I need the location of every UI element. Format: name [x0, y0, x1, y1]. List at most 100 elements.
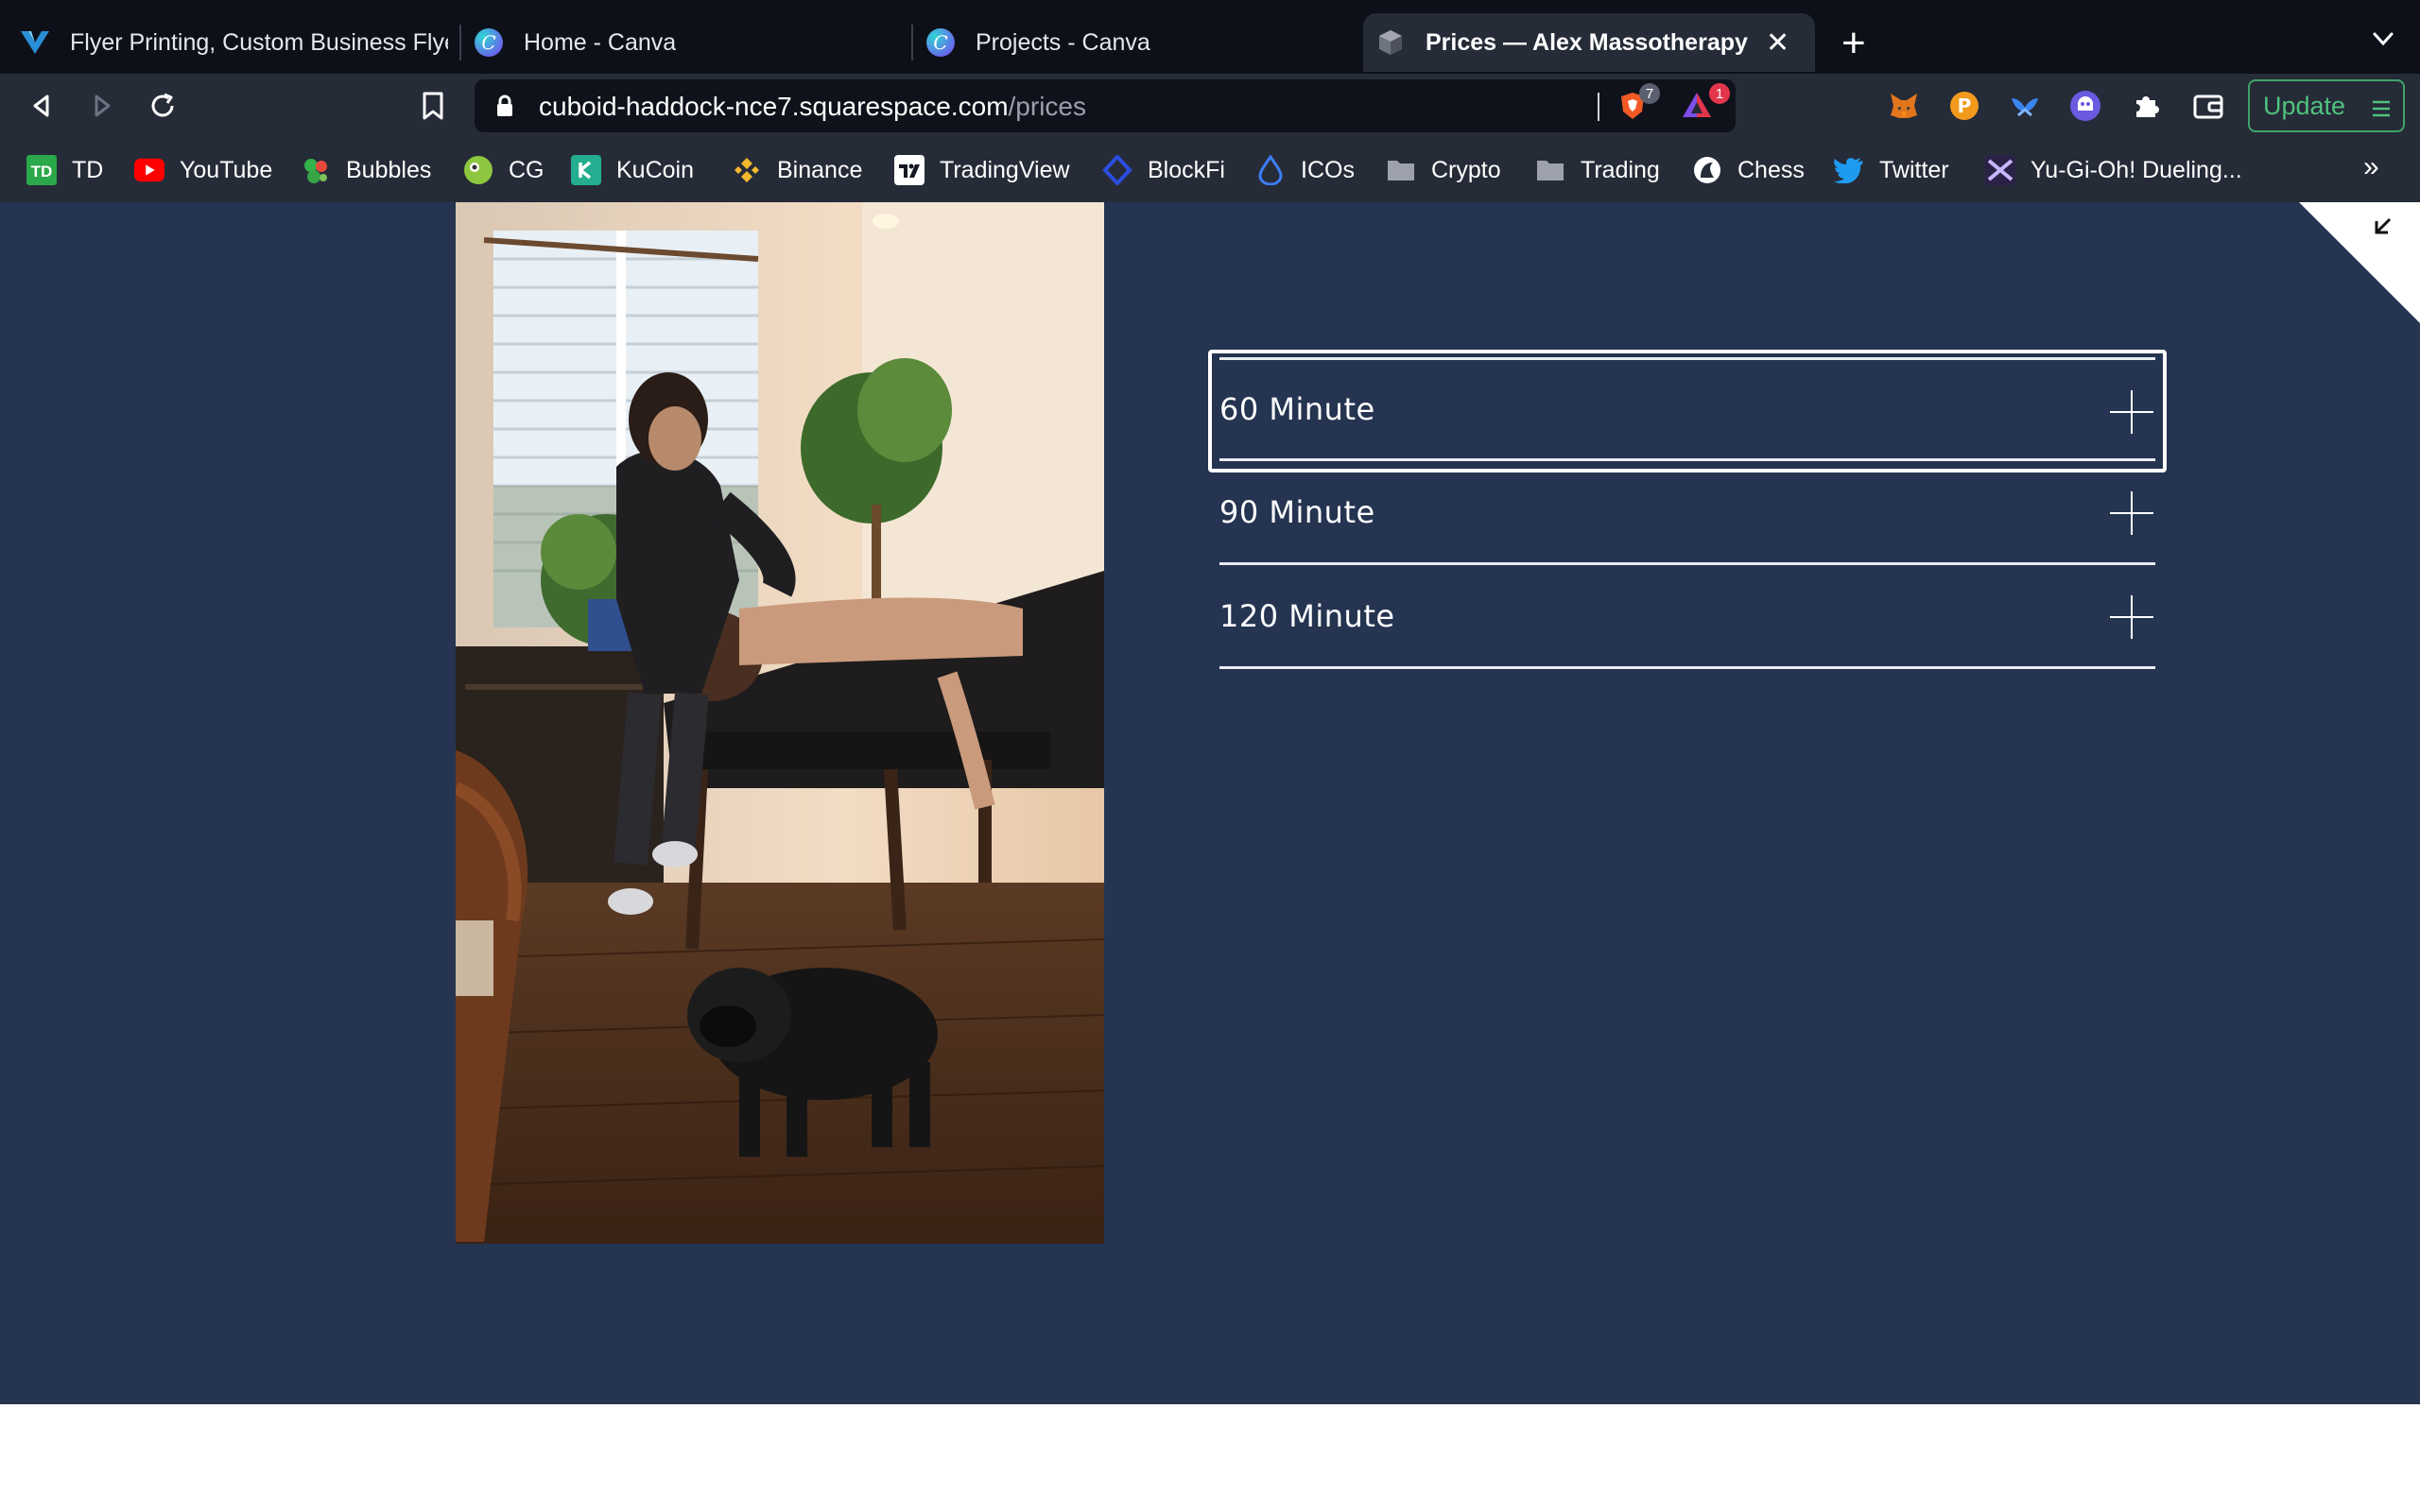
- youtube-icon: [134, 155, 164, 185]
- tab-title: Projects - Canva: [976, 28, 1150, 56]
- forward-icon[interactable]: [83, 87, 121, 125]
- bookmark-folder-crypto[interactable]: Crypto: [1386, 138, 1501, 202]
- bookmark-label: ICOs: [1301, 156, 1355, 183]
- lock-icon: [495, 94, 514, 122]
- bookmark-kucoin[interactable]: KuCoin: [571, 138, 694, 202]
- bookmark-label: Bubbles: [346, 156, 432, 183]
- binance-icon: [732, 155, 762, 185]
- rewards-count-badge: 1: [1709, 83, 1730, 104]
- accordion-label: 90 Minute: [1219, 493, 1375, 530]
- bookmark-label: TradingView: [940, 156, 1070, 183]
- pricing-accordion: 60 Minute 90 Minute 120 Minute: [1219, 357, 2155, 669]
- accordion-item-60-minute[interactable]: 60 Minute: [1219, 357, 2155, 461]
- bookmark-icos[interactable]: ICOs: [1255, 138, 1355, 202]
- bookmark-youtube[interactable]: YouTube: [134, 138, 272, 202]
- tab-prices-active[interactable]: Prices — Alex Massotherapy (C ✕: [1363, 13, 1815, 72]
- metamask-icon[interactable]: [1885, 87, 1923, 125]
- tab-title: Prices — Alex Massotherapy (C: [1426, 28, 1749, 56]
- tab-search-chevron-icon[interactable]: [2369, 25, 2397, 53]
- folder-icon: [1535, 155, 1565, 185]
- vistaprint-icon: [21, 28, 49, 57]
- accordion-label: 60 Minute: [1219, 391, 1375, 427]
- p-extension-icon[interactable]: P: [1945, 87, 1983, 125]
- bookmark-label: Twitter: [1879, 156, 1949, 183]
- extensions-puzzle-icon[interactable]: [2127, 87, 2165, 125]
- accordion-label: 120 Minute: [1219, 597, 1395, 634]
- tab-title: Home - Canva: [524, 28, 677, 56]
- update-button[interactable]: Update: [2248, 79, 2405, 132]
- new-tab-button[interactable]: +: [1841, 17, 1866, 70]
- cube-icon: [1376, 28, 1405, 57]
- url-host: cuboid-haddock-nce7.squarespace.com: [539, 92, 1009, 121]
- canva-icon: C: [926, 28, 955, 57]
- reload-icon[interactable]: [144, 87, 182, 125]
- folder-icon: [1386, 155, 1416, 185]
- brave-rewards-icon[interactable]: [1681, 91, 1713, 124]
- plus-icon[interactable]: [2108, 490, 2155, 537]
- bookmark-folder-trading[interactable]: Trading: [1535, 138, 1660, 202]
- bookmark-chess[interactable]: Chess: [1692, 138, 1805, 202]
- bookmark-label: Trading: [1581, 156, 1660, 183]
- browser-toolbar: cuboid-haddock-nce7.squarespace.com/pric…: [0, 74, 2420, 138]
- kucoin-icon: [571, 155, 601, 185]
- bookmark-twitter[interactable]: Twitter: [1834, 138, 1949, 202]
- tab-title: Flyer Printing, Custom Business Flye: [70, 28, 448, 56]
- yugioh-icon: [1985, 155, 2015, 185]
- bookmark-bubbles[interactable]: Bubbles: [301, 138, 431, 202]
- bluesky-extension-icon[interactable]: [2006, 87, 2044, 125]
- plus-icon[interactable]: [2108, 593, 2155, 641]
- update-label: Update: [2263, 91, 2346, 120]
- bookmarks-overflow-button[interactable]: »: [2363, 151, 2379, 183]
- bookmark-icon[interactable]: [414, 87, 452, 125]
- bookmark-cg[interactable]: CG: [463, 138, 544, 202]
- blockfi-icon: [1102, 155, 1132, 185]
- bookmark-label: KuCoin: [616, 156, 694, 183]
- url-path: /prices: [1008, 92, 1086, 121]
- bookmark-label: BlockFi: [1148, 156, 1225, 183]
- close-tab-icon[interactable]: ✕: [1766, 26, 1789, 60]
- tab-flyer-printing[interactable]: Flyer Printing, Custom Business Flye: [21, 13, 448, 72]
- wallet-icon[interactable]: [2189, 87, 2227, 125]
- bookmark-binance[interactable]: Binance: [732, 138, 862, 202]
- tradingview-icon: [894, 155, 925, 185]
- bookmark-label: YouTube: [180, 156, 273, 183]
- tab-separator: [911, 25, 913, 60]
- coingecko-icon: [463, 155, 493, 185]
- bookmark-label: Yu-Gi-Oh! Dueling...: [2031, 156, 2242, 183]
- bookmark-label: CG: [509, 156, 544, 183]
- drop-icon: [1255, 155, 1286, 185]
- menu-icon: [2371, 96, 2392, 117]
- bookmark-tradingview[interactable]: TradingView: [894, 138, 1070, 202]
- shields-count-badge: 7: [1639, 83, 1660, 104]
- address-bar[interactable]: cuboid-haddock-nce7.squarespace.com/pric…: [475, 79, 1736, 132]
- tab-strip: Flyer Printing, Custom Business Flye C H…: [0, 0, 2420, 74]
- omnibox-divider: [1598, 93, 1599, 121]
- accordion-item-120-minute[interactable]: 120 Minute: [1219, 565, 2155, 669]
- svg-text:TD: TD: [31, 163, 53, 180]
- ghost-extension-icon[interactable]: [2066, 87, 2104, 125]
- canva-icon: C: [475, 28, 503, 57]
- tab-projects-canva[interactable]: C Projects - Canva: [926, 13, 1342, 72]
- bookmark-label: TD: [72, 156, 104, 183]
- chess-icon: [1692, 155, 1722, 185]
- url-text: cuboid-haddock-nce7.squarespace.com/pric…: [539, 92, 1086, 122]
- bookmark-blockfi[interactable]: BlockFi: [1102, 138, 1225, 202]
- page-content: 60 Minute 90 Minute 120 Minute: [0, 202, 2420, 1404]
- svg-text:P: P: [1958, 94, 1972, 117]
- plus-icon[interactable]: [2108, 388, 2155, 436]
- bookmark-label: Crypto: [1431, 156, 1501, 183]
- back-icon[interactable]: [23, 87, 60, 125]
- accordion-item-90-minute[interactable]: 90 Minute: [1219, 461, 2155, 565]
- bookmark-td[interactable]: TD TD: [26, 138, 103, 202]
- massage-room-photo: [456, 202, 1104, 1244]
- td-icon: TD: [26, 155, 57, 185]
- page-footer-area: [0, 1404, 2420, 1512]
- bookmark-label: Chess: [1737, 156, 1805, 183]
- twitter-icon: [1834, 155, 1864, 185]
- bookmark-label: Binance: [777, 156, 863, 183]
- bookmarks-bar: TD TD YouTube Bubbles CG KuCoin Binance …: [0, 138, 2420, 202]
- collapse-corner-button[interactable]: [2299, 202, 2420, 323]
- bookmark-yugioh[interactable]: Yu-Gi-Oh! Dueling...: [1985, 138, 2242, 202]
- bubbles-icon: [301, 155, 331, 185]
- tab-home-canva[interactable]: C Home - Canva: [475, 13, 890, 72]
